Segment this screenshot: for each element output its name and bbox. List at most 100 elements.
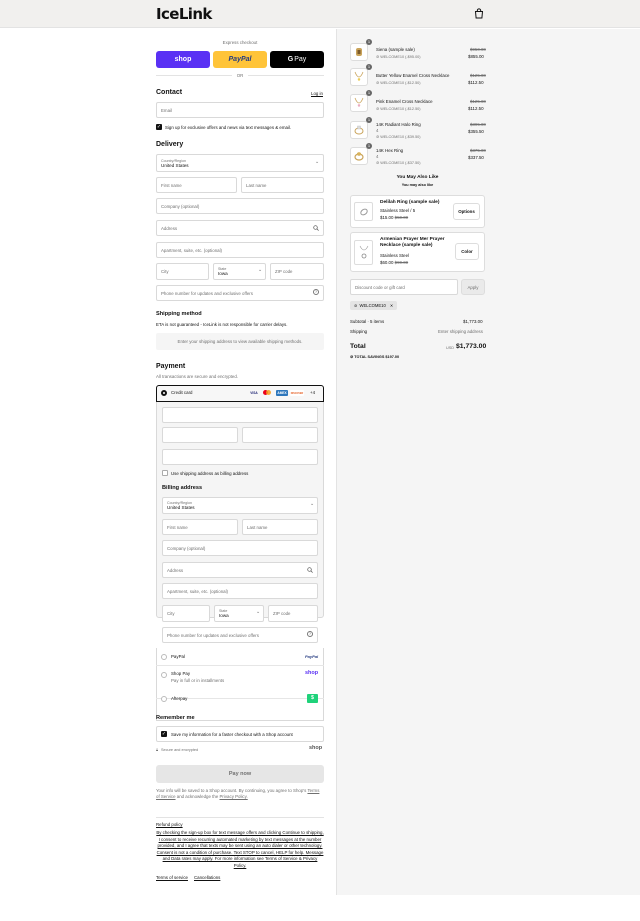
item-price: $112.50 — [468, 80, 484, 85]
shop-pay-radio[interactable] — [161, 672, 167, 678]
cancellations-link[interactable]: Cancellations — [194, 875, 220, 880]
subtotal-value: $1,773.00 — [463, 319, 483, 324]
billing-zip-input[interactable]: ZIP code — [268, 605, 318, 622]
shipping-value: Enter shipping address — [438, 329, 483, 334]
shop-pay-sub: Pay in full or in installments — [171, 678, 225, 683]
billing-state-value: Iowa — [219, 613, 229, 618]
state-value: Iowa — [218, 271, 228, 276]
necklace-icon — [359, 245, 368, 258]
billing-last-name-input[interactable]: Last name — [242, 519, 318, 535]
google-pay-label: Pay — [294, 56, 307, 63]
discount-text: WELCOME10 (-$39.50) — [380, 135, 421, 139]
remember-title: Remember me — [156, 715, 195, 721]
chevron-down-icon: ⌄ — [256, 609, 261, 615]
chevron-down-icon: ⌄ — [258, 267, 263, 273]
afterpay-icon: $ — [307, 694, 318, 703]
terms-of-service-link[interactable]: Terms of service — [156, 875, 188, 880]
use-shipping-checkbox[interactable] — [162, 470, 168, 476]
quantity-badge: 1 — [366, 143, 372, 149]
amex-icon: AMEX — [276, 390, 288, 396]
consent-text: By checking the sign-up box for text mes… — [156, 830, 324, 868]
apply-button[interactable]: Apply — [461, 279, 485, 295]
help-icon[interactable]: ? — [307, 631, 313, 637]
discount-input[interactable]: Discount code or gift card — [350, 279, 458, 295]
shipping-label: Shipping — [350, 329, 368, 334]
shop-logo: shop — [309, 745, 323, 751]
item-old-price: $125.00 — [470, 73, 486, 78]
save-info-checkbox[interactable]: ✓ — [161, 731, 167, 737]
login-link[interactable]: Log in — [311, 91, 323, 96]
afterpay-radio[interactable] — [161, 696, 167, 702]
pay-now-button[interactable]: Pay now — [156, 765, 324, 783]
card-expiry-input[interactable] — [162, 427, 238, 443]
paypal-radio[interactable] — [161, 654, 167, 660]
shop-pay-button[interactable]: shop — [156, 51, 210, 68]
item-discount: ⊘ WELCOME10 (-$12.50) — [376, 80, 421, 85]
remove-code-icon[interactable]: ✕ — [390, 303, 394, 308]
help-icon[interactable]: ? — [313, 289, 319, 295]
country-select[interactable]: Country/Region United States — [156, 154, 324, 172]
item-discount: ⊘ WELCOME10 (-$39.50) — [376, 134, 421, 139]
first-name-input[interactable]: First name — [156, 177, 237, 193]
savings-label: TOTAL SAVINGS — [354, 355, 385, 359]
item-price: $855.00 — [468, 54, 484, 59]
last-name-input[interactable]: Last name — [241, 177, 324, 193]
applied-code-chip: ⊘ WELCOME10 ✕ — [350, 301, 398, 310]
shop-pay-label: Shop Pay — [171, 671, 191, 676]
refund-policy-link[interactable]: Refund policy — [156, 822, 183, 827]
shipping-notice: Enter your shipping address to view avai… — [156, 333, 324, 350]
card-name-input[interactable] — [162, 449, 318, 465]
billing-company-input[interactable]: Company (optional) — [162, 540, 318, 556]
address-input[interactable]: Address — [156, 220, 324, 236]
city-input[interactable]: City — [156, 263, 209, 280]
discount-text: WELCOME10 (-$12.50) — [380, 107, 421, 111]
discover-icon: DISCOVER — [290, 390, 304, 396]
more-cards-badge: +4 — [310, 390, 316, 395]
company-input[interactable]: Company (optional) — [156, 198, 324, 214]
item-name: Pink Enamel Cross Necklace — [376, 99, 433, 104]
billing-phone-input[interactable]: Phone number for updates and exclusive o… — [162, 627, 318, 643]
search-icon — [307, 567, 313, 573]
card-number-input[interactable] — [162, 407, 318, 423]
email-input[interactable]: Email — [156, 102, 324, 118]
billing-city-input[interactable]: City — [162, 605, 210, 622]
product-thumbnail — [350, 43, 368, 61]
express-title: Express checkout — [222, 40, 258, 45]
options-button[interactable]: Options — [453, 203, 480, 220]
credit-card-radio[interactable] — [161, 390, 167, 396]
item-price: $355.50 — [468, 129, 484, 134]
visa-icon: VISA — [250, 391, 258, 395]
item-variant: 4 — [376, 128, 379, 133]
checkout-form: Express checkout shop PayPal G Pay OR Con… — [0, 29, 336, 921]
order-summary: 1 Siena (sample sale) ⊘ WELCOME10 (-$95.… — [336, 29, 640, 895]
marketing-label: Sign up for exclusive offers and news vi… — [165, 125, 292, 130]
billing-country-select[interactable]: Country/Region United States — [162, 497, 318, 514]
also-like-subtitle: You may also like — [401, 183, 434, 187]
item-name: 14K Radiant Halo Ring — [376, 122, 421, 127]
ring-icon — [359, 208, 368, 215]
item-price: $112.50 — [468, 106, 484, 111]
paypal-button[interactable]: PayPal — [213, 51, 267, 68]
billing-first-name-input[interactable]: First name — [162, 519, 238, 535]
shopping-bag-icon[interactable] — [474, 8, 484, 19]
phone-input[interactable]: Phone number for updates and exclusive o… — [156, 285, 324, 301]
credit-card-label: Credit card — [171, 390, 193, 395]
subtotal-label: Subtotal · 5 items — [350, 319, 385, 324]
quantity-badge: 1 — [366, 90, 372, 96]
zip-input[interactable]: ZIP code — [270, 263, 324, 280]
product-thumbnail — [350, 121, 368, 139]
applied-code: WELCOME10 — [359, 303, 386, 308]
item-name: Siena (sample sale) — [376, 47, 415, 52]
marketing-checkbox[interactable]: ✓ — [156, 124, 162, 130]
shipping-title: Shipping method — [156, 311, 202, 317]
savings-value: $197.00 — [385, 355, 400, 359]
color-button[interactable]: Color — [455, 243, 479, 260]
billing-address-input[interactable]: Address — [162, 562, 318, 578]
apartment-input[interactable]: Apartment, suite, etc. (optional) — [156, 242, 324, 258]
billing-apartment-input[interactable]: Apartment, suite, etc. (optional) — [162, 583, 318, 599]
privacy-link[interactable]: Privacy Policy. — [220, 794, 248, 799]
google-pay-button[interactable]: G Pay — [270, 51, 324, 68]
afterpay-label: Afterpay — [171, 696, 188, 701]
card-security-code-input[interactable] — [242, 427, 318, 443]
logo[interactable]: IceLink — [156, 5, 212, 23]
